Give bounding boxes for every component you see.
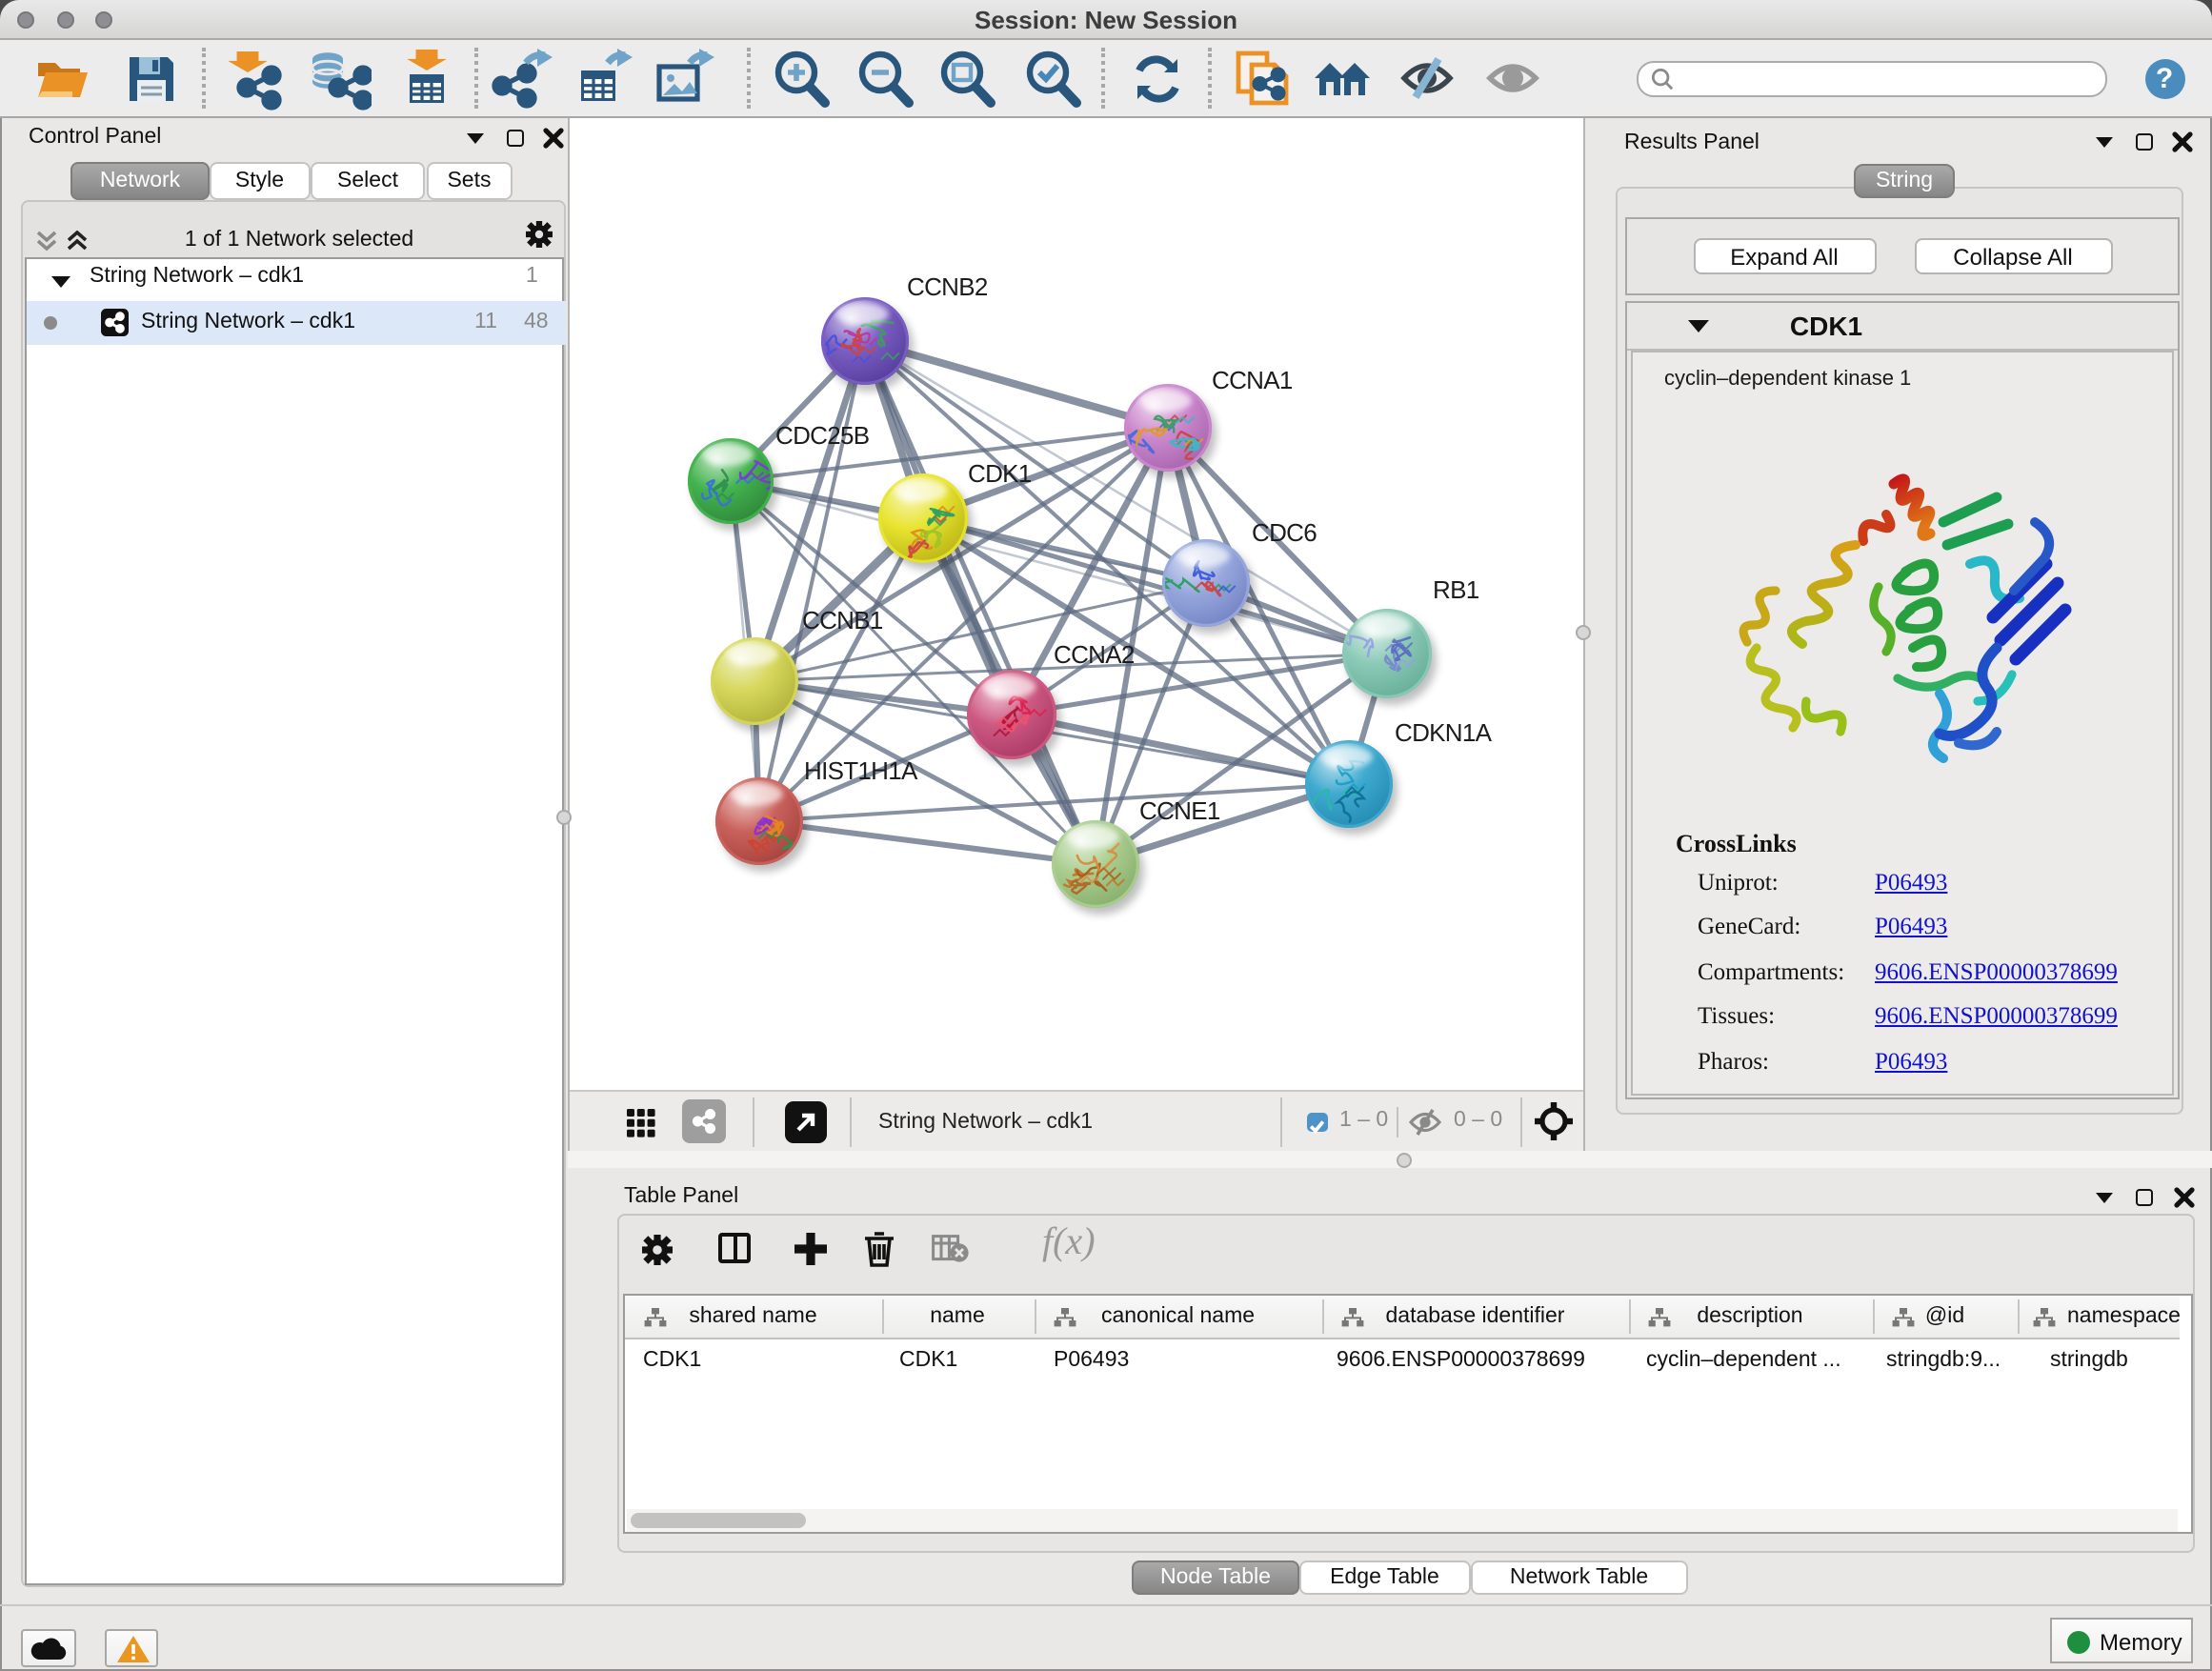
svg-text:CDC25B: CDC25B (775, 420, 869, 449)
svg-text:HIST1H1A: HIST1H1A (804, 755, 918, 784)
svg-text:CDK1: CDK1 (968, 458, 1032, 487)
svg-text:CDKN1A: CDKN1A (1395, 717, 1493, 746)
svg-text:CCNB2: CCNB2 (907, 272, 988, 300)
svg-text:CCNA2: CCNA2 (1054, 639, 1135, 668)
svg-text:CCNE1: CCNE1 (1139, 795, 1220, 824)
svg-text:CCNB1: CCNB1 (802, 605, 883, 634)
svg-text:CCNA1: CCNA1 (1212, 365, 1293, 393)
svg-text:RB1: RB1 (1433, 574, 1479, 603)
svg-text:CDC6: CDC6 (1252, 517, 1317, 546)
